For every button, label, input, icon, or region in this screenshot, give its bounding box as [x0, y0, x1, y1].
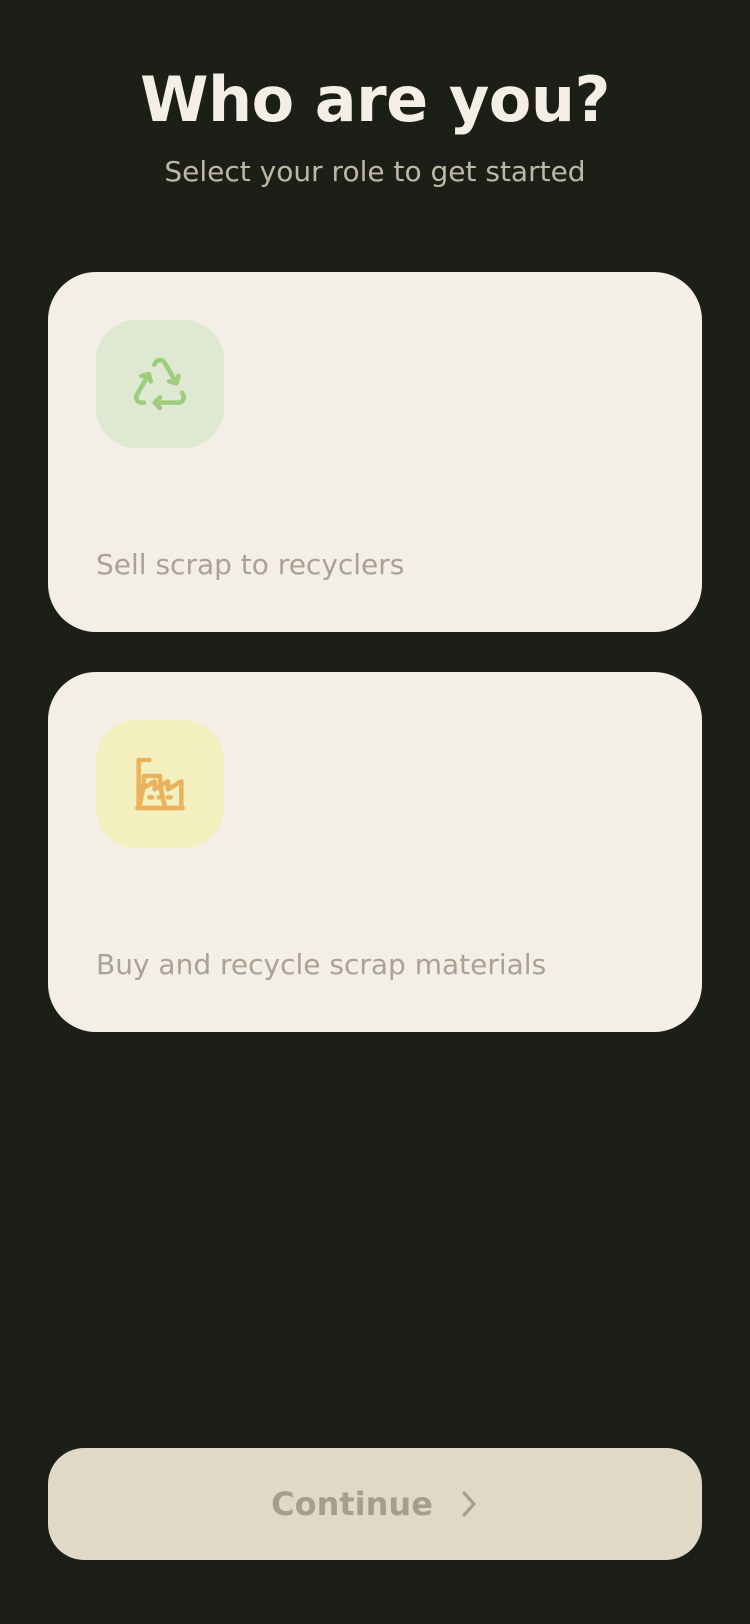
role-description: Buy and recycle scrap materials — [96, 948, 547, 981]
role-icon-tile — [96, 320, 224, 448]
chevron-right-icon — [459, 1489, 479, 1519]
factory-icon — [135, 757, 185, 811]
recycle-icon — [134, 357, 186, 411]
role-card-seller[interactable]: Sell scrap to recyclers — [48, 272, 702, 632]
continue-button[interactable]: Continue — [48, 1448, 702, 1560]
continue-label: Continue — [271, 1485, 433, 1523]
role-description: Sell scrap to recyclers — [96, 548, 405, 581]
page-subtitle: Select your role to get started — [164, 155, 586, 188]
role-card-recycler[interactable]: Buy and recycle scrap materials — [48, 672, 702, 1032]
role-icon-tile — [96, 720, 224, 848]
page-title: Who are you? — [140, 63, 610, 136]
